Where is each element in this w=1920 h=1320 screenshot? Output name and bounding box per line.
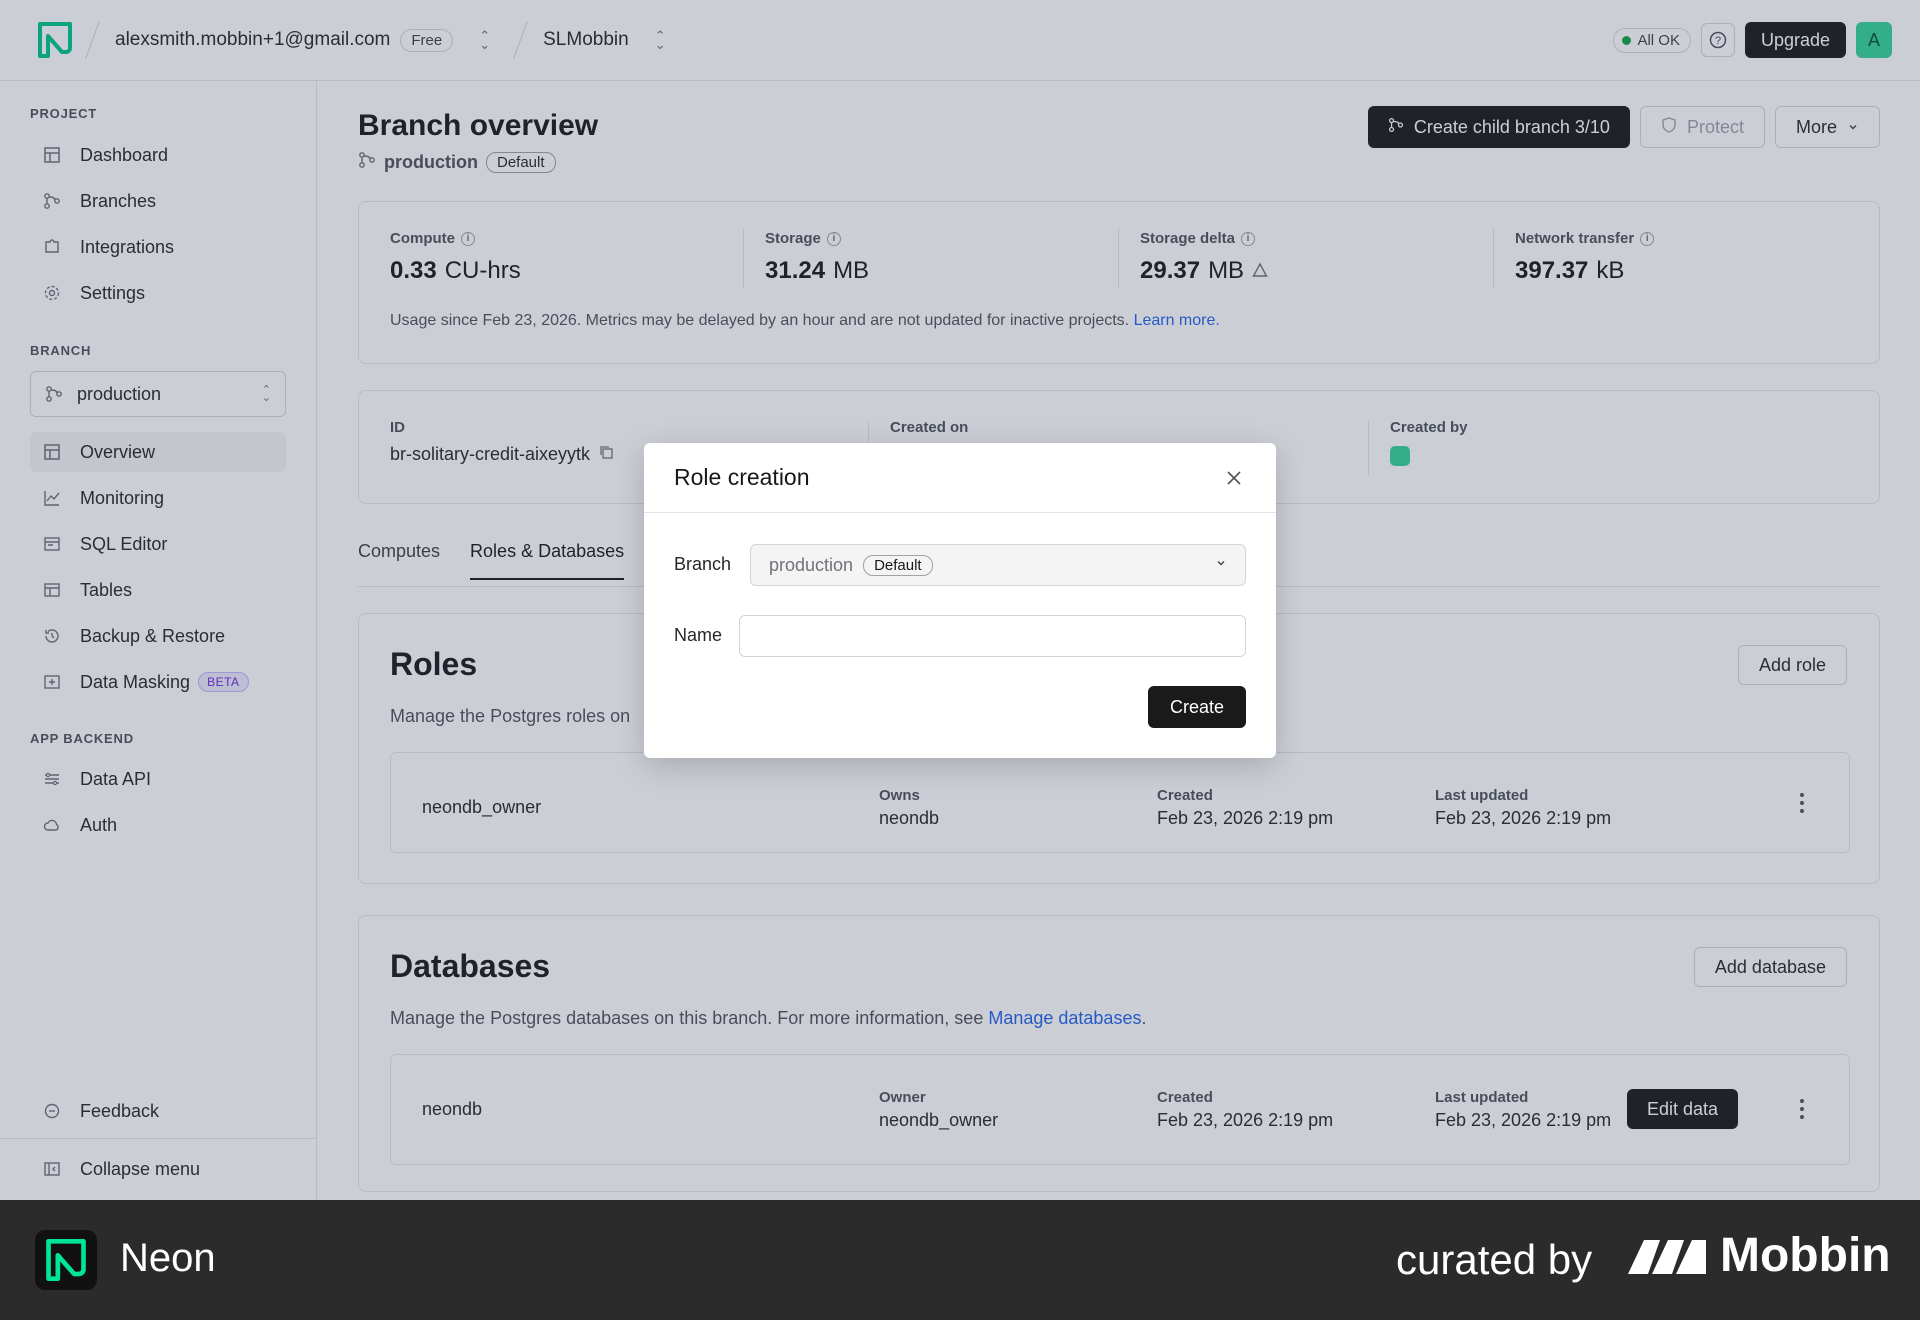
name-label: Name	[674, 625, 723, 645]
mobbin-logo-icon	[1628, 1239, 1706, 1274]
default-badge: Default	[863, 554, 933, 576]
app-window: alexsmith.mobbin+1@gmail.com Free ⌃ ⌄ SLM…	[0, 0, 1920, 1200]
footer-banner: Neon curated by Mobbin	[0, 1200, 1920, 1320]
branch-select[interactable]: production Default	[750, 544, 1246, 586]
curated-by-text: curated by	[1396, 1236, 1593, 1283]
dialog-title: Role creation	[674, 464, 810, 490]
create-button[interactable]: Create	[1148, 686, 1246, 728]
role-creation-dialog: Role creation Branch production Default …	[644, 443, 1276, 758]
brand-name: Mobbin	[1720, 1229, 1891, 1282]
chevron-down-icon	[1215, 556, 1227, 574]
app-name: Neon	[120, 1236, 216, 1280]
role-name-input[interactable]	[739, 615, 1246, 657]
dialog-header: Role creation	[644, 443, 1276, 513]
branch-select-value: production	[769, 554, 854, 575]
mobbin-logo: Mobbin	[1626, 1228, 1891, 1283]
close-icon[interactable]	[1222, 466, 1246, 490]
neon-logo-icon	[35, 1230, 97, 1290]
branch-label: Branch	[674, 554, 732, 574]
